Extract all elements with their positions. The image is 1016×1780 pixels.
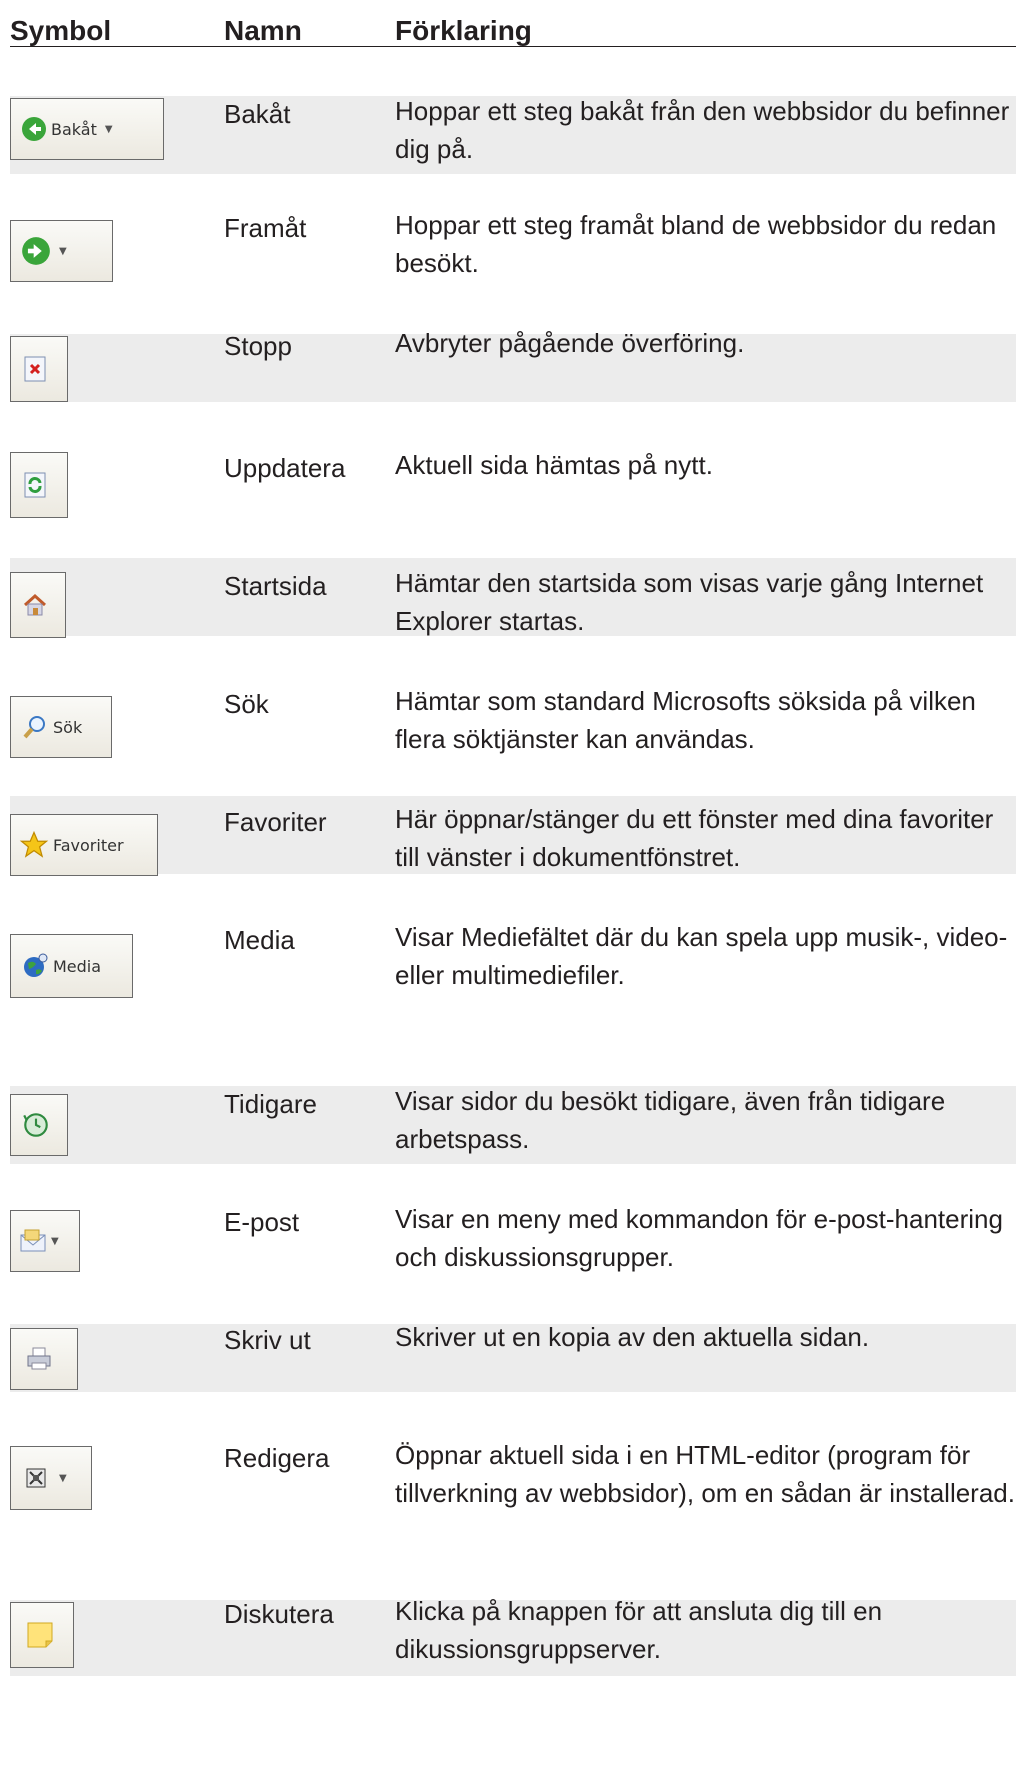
row-name: Tidigare	[224, 1089, 317, 1119]
refresh-button[interactable]	[10, 452, 68, 518]
chevron-down-icon: ▼	[104, 123, 113, 135]
edit-button[interactable]: ▼	[10, 1446, 92, 1510]
row-name: Redigera	[224, 1443, 330, 1473]
row-description: Öppnar aktuell sida i en HTML-editor (pr…	[395, 1440, 1015, 1508]
home-icon	[23, 593, 47, 616]
search-button-label: Sök	[53, 717, 83, 737]
row-name: Bakåt	[224, 99, 291, 129]
row-description: Klicka på knappen för att ansluta dig ti…	[395, 1596, 883, 1664]
row-name: Skriv ut	[224, 1325, 311, 1355]
star-icon	[19, 830, 49, 858]
column-header-name: Namn	[224, 15, 302, 46]
stop-button[interactable]	[10, 336, 68, 402]
back-button-label: Bakåt	[51, 119, 97, 139]
mail-button[interactable]: ▼	[10, 1210, 80, 1272]
stop-icon	[24, 356, 46, 382]
row-description: Hämtar som standard Microsofts söksida p…	[395, 686, 976, 754]
row-description: Aktuell sida hämtas på nytt.	[395, 450, 713, 480]
refresh-icon	[24, 472, 46, 498]
discuss-button[interactable]	[10, 1602, 74, 1668]
media-button-label: Media	[53, 956, 102, 976]
printer-icon	[27, 1347, 51, 1370]
row-description: Här öppnar/stänger du ett fönster med di…	[395, 804, 994, 872]
row-description: Visar sidor du besökt tidigare, även frå…	[395, 1086, 946, 1154]
home-button[interactable]	[10, 572, 66, 638]
back-button[interactable]: Bakåt ▼	[10, 98, 164, 160]
favorites-button[interactable]: Favoriter	[10, 814, 158, 876]
row-description: Skriver ut en kopia av den aktuella sida…	[395, 1322, 870, 1352]
chevron-down-icon: ▼	[59, 1472, 67, 1484]
row-description: Hämtar den startsida som visas varje gån…	[395, 568, 984, 636]
discuss-note-icon	[27, 1622, 53, 1648]
row-name: Media	[224, 925, 295, 955]
row-description: Avbryter pågående överföring.	[395, 328, 745, 358]
favorites-button-label: Favoriter	[53, 835, 124, 855]
search-button[interactable]: Sök	[10, 696, 112, 758]
edit-icon	[26, 1468, 46, 1488]
row-name: E-post	[224, 1207, 300, 1237]
chevron-down-icon: ▼	[51, 1235, 59, 1247]
column-header-symbol: Symbol	[10, 15, 112, 46]
row-name: Framåt	[224, 213, 307, 243]
media-globe-icon	[24, 953, 48, 977]
row-name: Diskutera	[224, 1599, 334, 1629]
forward-arrow-icon	[22, 237, 50, 265]
row-description: Hoppar ett steg framåt bland de webbsido…	[395, 210, 997, 278]
header-divider	[10, 46, 1016, 47]
history-button[interactable]	[10, 1094, 68, 1156]
print-button[interactable]	[10, 1328, 78, 1390]
chevron-down-icon: ▼	[59, 245, 67, 257]
row-name: Sök	[224, 689, 269, 719]
column-header-description: Förklaring	[395, 15, 532, 46]
history-icon	[23, 1113, 48, 1137]
search-icon	[23, 716, 45, 739]
mail-icon	[20, 1229, 46, 1252]
row-description: Visar Mediefältet där du kan spela upp m…	[395, 922, 1008, 990]
row-name: Favoriter	[224, 807, 327, 837]
back-arrow-icon	[22, 117, 46, 141]
row-description: Visar en meny med kommandon för e-post-h…	[395, 1204, 1003, 1272]
forward-button[interactable]: ▼	[10, 220, 113, 282]
row-name: Uppdatera	[224, 453, 346, 483]
media-button[interactable]: Media	[10, 934, 133, 998]
row-name: Stopp	[224, 331, 292, 361]
row-description: Hoppar ett steg bakåt från den webbsidor…	[395, 96, 1010, 164]
row-name: Startsida	[224, 571, 327, 601]
